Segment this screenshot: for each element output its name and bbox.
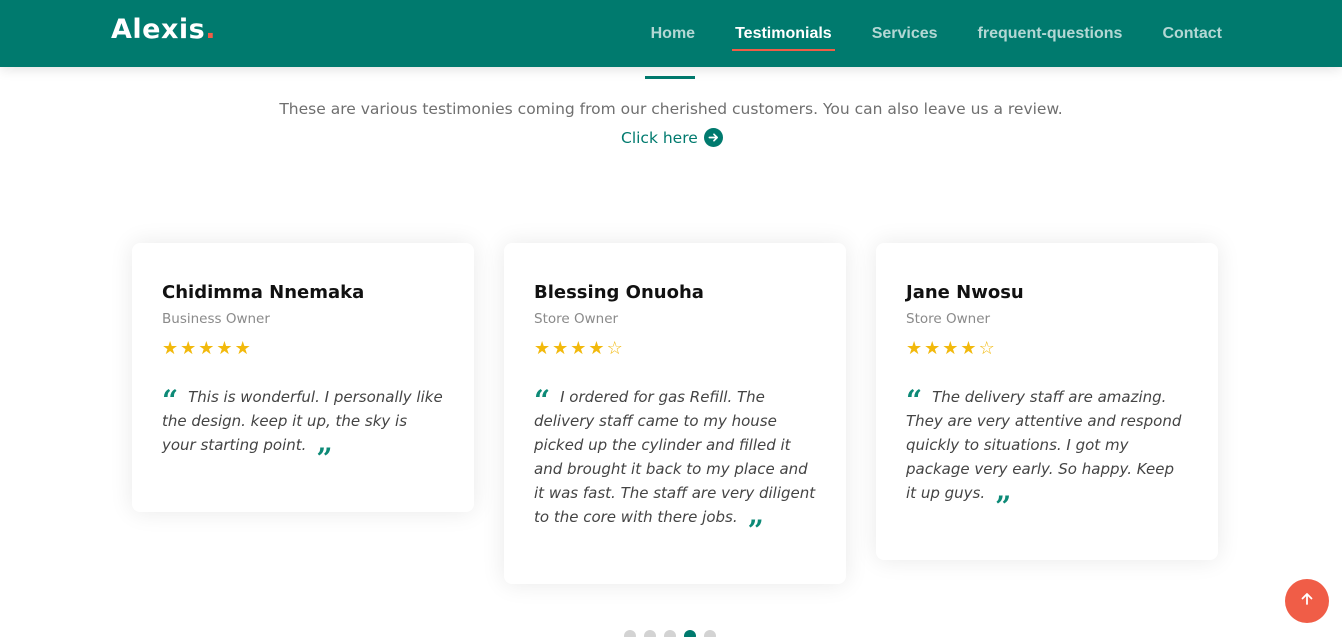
carousel-dot[interactable]: [704, 630, 716, 637]
star-filled-icon: ★: [234, 338, 251, 358]
site-header: Alexis. Home Testimonials Services frequ…: [0, 0, 1342, 67]
testimonial-name: Jane Nwosu: [906, 282, 1024, 303]
star-filled-icon: ★: [570, 338, 587, 358]
testimonial-card: Jane Nwosu Store Owner ★ ★ ★ ★ ☆ “The delive…: [876, 243, 1218, 560]
carousel-dot[interactable]: [644, 630, 656, 637]
testimonial-quote-text: I ordered for gas Refill. The delivery s…: [534, 388, 816, 526]
arrow-up-icon: [1300, 592, 1314, 611]
brand-logo[interactable]: Alexis.: [111, 14, 216, 45]
testimonial-quote: “This is wonderful. I personally like th…: [162, 385, 444, 473]
carousel-dot[interactable]: [684, 630, 696, 637]
leave-review-link-label: Click here: [621, 128, 698, 147]
star-filled-icon: ★: [960, 338, 977, 358]
section-title-underline: [645, 76, 695, 79]
carousel-pagination: [624, 630, 716, 637]
section-intro-text: These are various testimonies coming fro…: [279, 100, 1063, 118]
star-filled-icon: ★: [198, 338, 215, 358]
nav-item-frequent-questions[interactable]: frequent-questions: [975, 21, 1126, 47]
testimonial-name: Chidimma Nnemaka: [162, 282, 365, 303]
back-to-top-button[interactable]: [1285, 579, 1329, 623]
testimonial-name: Blessing Onuoha: [534, 282, 704, 303]
star-filled-icon: ★: [924, 338, 941, 358]
star-rating: ★ ★ ★ ★ ☆: [906, 339, 1188, 357]
testimonial-role: Store Owner: [906, 311, 991, 327]
quote-close-icon: ”: [995, 490, 1012, 523]
quote-close-icon: ”: [747, 514, 764, 547]
nav-item-home[interactable]: Home: [648, 21, 698, 47]
testimonial-quote-text: The delivery staff are amazing. They are…: [906, 388, 1182, 502]
star-empty-icon: ☆: [978, 338, 995, 358]
star-filled-icon: ★: [588, 338, 605, 358]
star-rating: ★ ★ ★ ★ ★: [162, 339, 444, 357]
star-filled-icon: ★: [552, 338, 569, 358]
carousel-dot[interactable]: [664, 630, 676, 637]
testimonial-card: Blessing Onuoha Store Owner ★ ★ ★ ★ ☆ “I ord…: [504, 243, 846, 584]
testimonial-role: Store Owner: [534, 311, 619, 327]
star-filled-icon: ★: [906, 338, 923, 358]
star-filled-icon: ★: [180, 338, 197, 358]
main-nav: Home Testimonials Services frequent-ques…: [648, 0, 1225, 67]
nav-item-services[interactable]: Services: [869, 21, 941, 47]
carousel-dot[interactable]: [624, 630, 636, 637]
brand-name: Alexis: [111, 14, 206, 45]
star-filled-icon: ★: [942, 338, 959, 358]
star-filled-icon: ★: [162, 338, 179, 358]
nav-item-testimonials[interactable]: Testimonials: [732, 21, 835, 51]
quote-close-icon: ”: [316, 442, 333, 475]
star-filled-icon: ★: [534, 338, 551, 358]
testimonial-quote: “The delivery staff are amazing. They ar…: [906, 385, 1188, 521]
star-rating: ★ ★ ★ ★ ☆: [534, 339, 816, 357]
testimonial-card: Chidimma Nnemaka Business Owner ★ ★ ★ ★ ★ “T…: [132, 243, 474, 512]
leave-review-link[interactable]: Click here: [621, 128, 723, 147]
nav-item-contact[interactable]: Contact: [1159, 21, 1225, 47]
star-filled-icon: ★: [216, 338, 233, 358]
testimonial-role: Business Owner: [162, 311, 270, 327]
testimonial-quote: “I ordered for gas Refill. The delivery …: [534, 385, 816, 545]
brand-dot: .: [205, 14, 216, 45]
arrow-right-circle-icon: [703, 128, 723, 147]
testimonial-quote-text: This is wonderful. I personally like the…: [162, 388, 443, 454]
star-empty-icon: ☆: [606, 338, 623, 358]
